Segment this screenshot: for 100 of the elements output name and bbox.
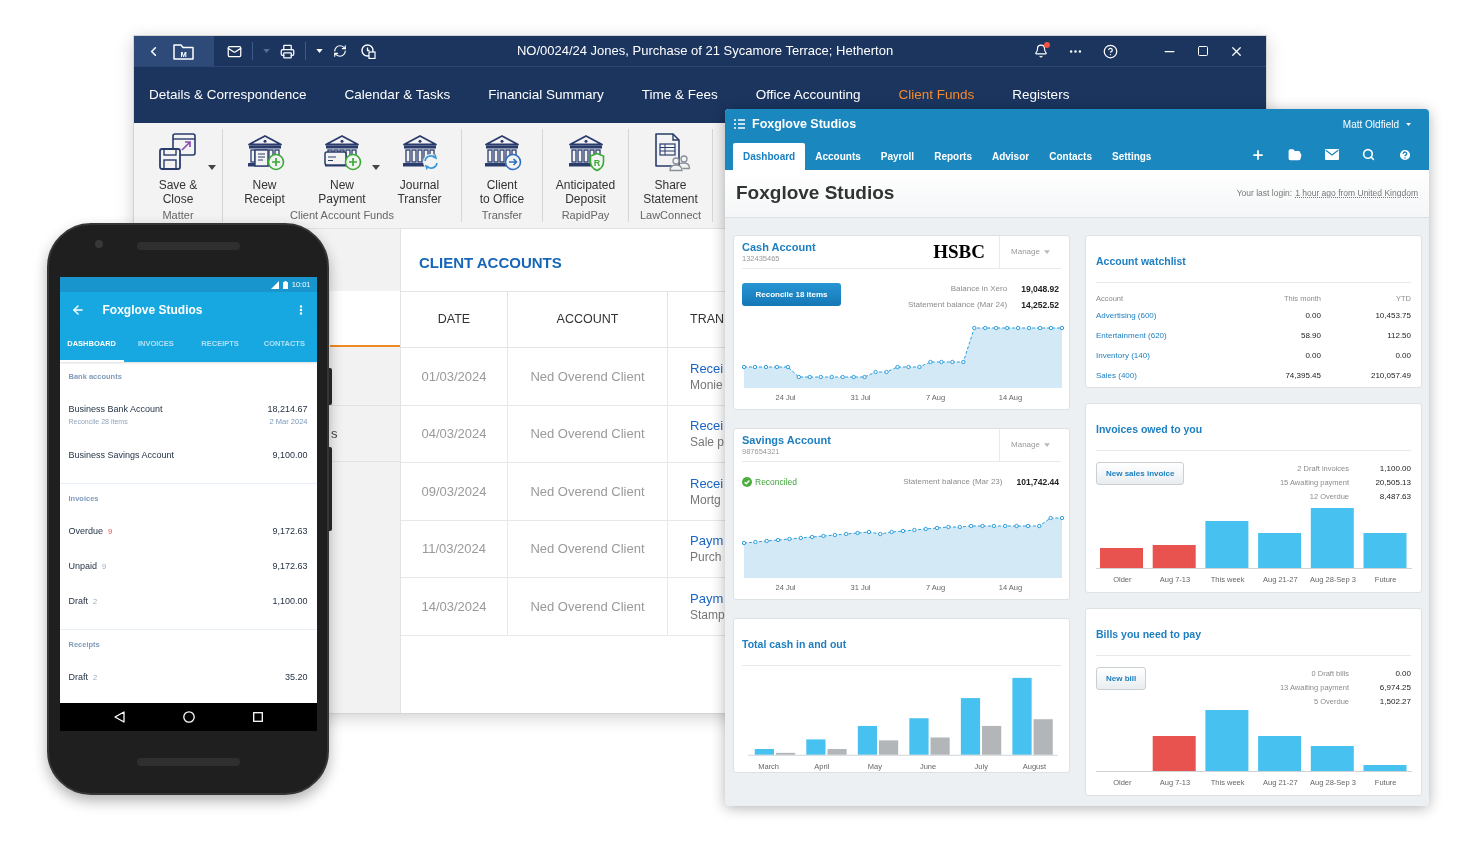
balance-label: Balance in Xero bbox=[949, 283, 1008, 296]
section-title: CLIENT ACCOUNTS bbox=[419, 252, 562, 273]
row-label: Draft bbox=[68, 594, 88, 608]
reconcile-button[interactable]: Reconcile 18 items bbox=[742, 283, 841, 306]
transaction-detail: Purch bbox=[690, 549, 722, 566]
account-title[interactable]: Savings Account bbox=[742, 434, 831, 447]
amount-text: 35.20 bbox=[284, 670, 308, 684]
manage-dropdown[interactable]: Manage bbox=[999, 236, 1061, 268]
module-tab[interactable]: Registers bbox=[1012, 84, 1070, 106]
refresh-icon[interactable] bbox=[333, 44, 347, 58]
nav-tab[interactable]: Dashboard bbox=[733, 143, 806, 170]
account-name: Ned Overend Client bbox=[530, 367, 645, 386]
balance-value: 14,252.52 bbox=[1021, 298, 1059, 312]
transaction-link[interactable]: Recei bbox=[690, 417, 724, 435]
row-label: Business Bank Account bbox=[68, 403, 163, 416]
search-icon[interactable] bbox=[1362, 148, 1375, 161]
save-window-icon bbox=[158, 132, 198, 172]
transaction-detail: Stamp bbox=[690, 606, 725, 623]
amount-text: 210,057.49 bbox=[1369, 370, 1411, 382]
row-label: Unpaid bbox=[68, 559, 98, 573]
nav-tab[interactable]: Settings bbox=[1102, 143, 1162, 170]
nav-tab[interactable]: Advisor bbox=[981, 143, 1040, 170]
balance-value: 101,742.44 bbox=[1016, 476, 1059, 489]
summary-value: 8,487.63 bbox=[1378, 491, 1411, 502]
new-bill-button[interactable]: New bill bbox=[1096, 667, 1147, 690]
window-title: NO/0024/24 Jones, Purchase of 21 Sycamore Terrace; Hetherton bbox=[515, 42, 895, 61]
card-title[interactable]: Invoices owed to you bbox=[1096, 423, 1203, 435]
date-text: 11/03/2024 bbox=[421, 540, 487, 558]
recents-square-icon[interactable] bbox=[252, 712, 263, 722]
last-login-link[interactable]: 1 hour ago from United Kingdom bbox=[1295, 187, 1418, 200]
back-triangle-icon[interactable] bbox=[113, 711, 125, 723]
ribbon-button[interactable]: Journal Transfer bbox=[383, 129, 456, 206]
module-tab[interactable]: Time & Fees bbox=[641, 84, 718, 106]
account-link[interactable]: Advertising (600) bbox=[1096, 310, 1231, 322]
app-title: Foxglove Studios bbox=[102, 301, 203, 319]
folder-icon[interactable] bbox=[1288, 147, 1302, 162]
amount-text: 0.00 bbox=[1304, 350, 1321, 362]
transaction-detail: Sale p bbox=[690, 434, 725, 451]
ribbon-button[interactable]: New Payment bbox=[306, 129, 378, 206]
mail-icon[interactable] bbox=[227, 43, 242, 59]
card-title[interactable]: Total cash in and out bbox=[742, 638, 847, 650]
amount-text: 74,395.45 bbox=[1284, 370, 1321, 382]
card-title[interactable]: Account watchlist bbox=[1096, 255, 1186, 267]
amount-text: 1,100.00 bbox=[272, 594, 308, 608]
ribbon-button[interactable]: Save & Close bbox=[142, 129, 214, 206]
nav-tab[interactable]: Payroll bbox=[870, 143, 925, 170]
last-login-label: Your last login: bbox=[1236, 187, 1293, 200]
maximize-icon[interactable] bbox=[1197, 45, 1209, 57]
account-link[interactable]: Sales (400) bbox=[1096, 370, 1231, 382]
transaction-detail: Mortg bbox=[690, 491, 721, 508]
account-link[interactable]: Entertainment (620) bbox=[1096, 330, 1231, 342]
module-tab[interactable]: Client Funds bbox=[898, 84, 975, 106]
clock-document-icon[interactable] bbox=[361, 43, 376, 59]
print-icon[interactable] bbox=[280, 43, 295, 59]
amount-text: 9,100.00 bbox=[272, 448, 308, 462]
date-text: 04/03/2024 bbox=[421, 425, 487, 443]
home-circle-icon[interactable] bbox=[182, 711, 195, 723]
date-text: 14/03/2024 bbox=[421, 597, 487, 616]
ribbon-button[interactable]: Share Statement bbox=[634, 129, 707, 206]
account-name: Ned Overend Client bbox=[530, 540, 645, 558]
amount-text: 112.50 bbox=[1386, 330, 1411, 342]
bell-icon[interactable] bbox=[1034, 44, 1048, 58]
account-name: Ned Overend Client bbox=[530, 425, 645, 443]
user-menu[interactable]: Matt Oldfield bbox=[1342, 116, 1411, 132]
back-arrow-icon[interactable] bbox=[70, 302, 85, 317]
balance-label: Statement balance (Mar 24) bbox=[908, 299, 1008, 312]
caret-icon bbox=[1043, 443, 1050, 447]
transaction-link[interactable]: Paym bbox=[690, 532, 724, 550]
account-link[interactable]: Inventory (140) bbox=[1096, 350, 1231, 362]
transaction-link[interactable]: Recei bbox=[690, 474, 724, 492]
module-tab[interactable]: Office Accounting bbox=[755, 84, 861, 106]
amount-text: 9,172.63 bbox=[272, 524, 308, 538]
summary-value: 1,100.00 bbox=[1378, 463, 1411, 474]
card-title[interactable]: Bills you need to pay bbox=[1096, 628, 1202, 640]
account-title[interactable]: Cash Account bbox=[742, 241, 816, 254]
new-invoice-button[interactable]: New sales invoice bbox=[1096, 462, 1185, 485]
manage-dropdown[interactable]: Manage bbox=[999, 429, 1061, 461]
transaction-link[interactable]: Recei bbox=[690, 359, 724, 377]
plus-icon[interactable] bbox=[1251, 147, 1265, 162]
account-name: Ned Overend Client bbox=[530, 597, 645, 616]
bank-arrow-icon bbox=[482, 132, 522, 172]
nav-tab[interactable]: Accounts bbox=[805, 143, 871, 170]
caret-icon bbox=[372, 165, 380, 170]
summary-value: 20,505.13 bbox=[1374, 477, 1411, 488]
ribbon-button[interactable]: R Anticipated Deposit bbox=[549, 129, 622, 206]
list-menu-icon[interactable] bbox=[734, 119, 745, 129]
ribbon-button[interactable]: Client to Office bbox=[466, 129, 538, 206]
ribbon-button[interactable]: New Receipt bbox=[228, 129, 301, 206]
caret-icon bbox=[263, 49, 270, 53]
nav-tab[interactable]: Reports bbox=[924, 143, 982, 170]
side-panel-text: s bbox=[331, 424, 338, 443]
row-label: Overdue bbox=[68, 524, 104, 538]
module-tab[interactable]: Financial Summary bbox=[488, 84, 604, 106]
transaction-link[interactable]: Paym bbox=[690, 589, 724, 607]
module-tab[interactable]: Details & Correspondence bbox=[149, 84, 307, 106]
column-header: DATE bbox=[437, 311, 471, 329]
amount-text: 0.00 bbox=[1394, 350, 1411, 362]
signal-icon bbox=[270, 280, 279, 289]
module-tab[interactable]: Calendar & Tasks bbox=[344, 84, 451, 106]
nav-tab[interactable]: Contacts bbox=[1039, 143, 1102, 170]
